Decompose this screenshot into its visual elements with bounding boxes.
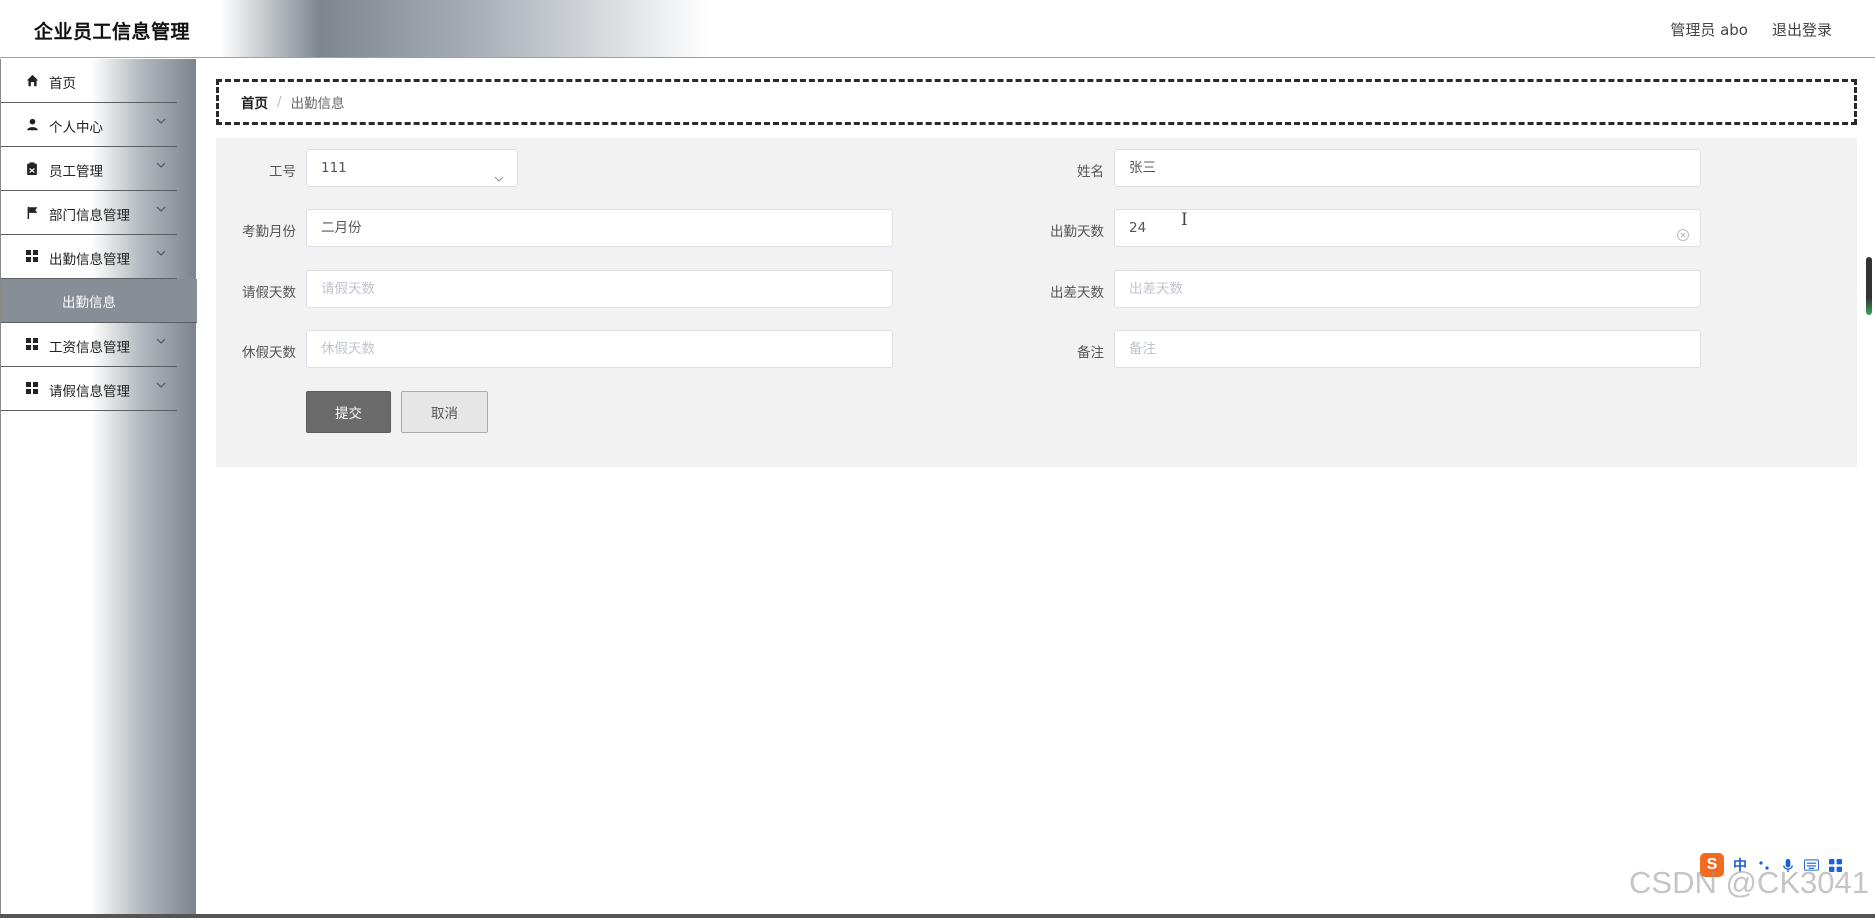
sidebar-item-attendance[interactable]: 出勤信息管理 bbox=[1, 235, 177, 279]
logout-link[interactable]: 退出登录 bbox=[1772, 19, 1832, 40]
sidebar-item-home[interactable]: 首页 bbox=[1, 59, 177, 103]
grid-icon bbox=[25, 337, 39, 351]
clipboard-icon bbox=[25, 161, 39, 175]
breadcrumb-current: 出勤信息 bbox=[290, 96, 345, 112]
submit-button[interactable]: 提交 bbox=[306, 391, 391, 433]
chevron-down-icon bbox=[155, 203, 167, 215]
chevron-down-icon bbox=[155, 335, 167, 347]
sidebar-item-leave[interactable]: 请假信息管理 bbox=[1, 367, 177, 411]
rest-days-label: 休假天数 bbox=[242, 345, 296, 361]
sidebar-subitem-attendance-info[interactable]: 出勤信息 bbox=[1, 279, 197, 323]
attendance-days-field[interactable]: 24 bbox=[1114, 209, 1701, 247]
form-row: 工号 111 姓名 张三 bbox=[216, 149, 1857, 189]
chevron-down-icon bbox=[155, 159, 167, 171]
employee-no-value: 111 bbox=[321, 160, 347, 176]
text-cursor-icon: I bbox=[1181, 210, 1188, 230]
sidebar-item-label: 请假信息管理 bbox=[49, 384, 130, 400]
sidebar-item-label: 部门信息管理 bbox=[49, 208, 130, 224]
breadcrumb: 首页 / 出勤信息 bbox=[216, 79, 1857, 125]
chevron-down-icon bbox=[155, 247, 167, 259]
form-row: 考勤月份 二月份 出勤天数 24 bbox=[216, 209, 1857, 249]
chevron-down-icon bbox=[155, 379, 167, 391]
page-scrollbar[interactable] bbox=[1866, 257, 1872, 315]
user-icon bbox=[25, 117, 39, 131]
form-row: 休假天数 休假天数 备注 备注 bbox=[216, 330, 1857, 370]
trip-days-field[interactable]: 出差天数 bbox=[1114, 270, 1701, 308]
app-title: 企业员工信息管理 bbox=[34, 21, 191, 43]
breadcrumb-home-link[interactable]: 首页 bbox=[241, 92, 268, 112]
sidebar: 首页 个人中心 员工管理 部门信息管理 出勤信息管理 出勤信息 工资信息管理 请… bbox=[0, 59, 197, 918]
header-actions: 管理员 abo 退出登录 bbox=[1670, 19, 1832, 40]
name-label: 姓名 bbox=[1077, 164, 1104, 180]
grid-icon bbox=[25, 249, 39, 263]
sidebar-item-label: 首页 bbox=[49, 76, 76, 92]
leave-days-field[interactable]: 请假天数 bbox=[306, 270, 893, 308]
month-label: 考勤月份 bbox=[242, 224, 296, 240]
attendance-days-label: 出勤天数 bbox=[1050, 224, 1104, 240]
chevron-down-icon bbox=[493, 163, 505, 182]
sidebar-item-employees[interactable]: 员工管理 bbox=[1, 147, 177, 191]
sidebar-item-label: 个人中心 bbox=[49, 120, 103, 136]
employee-no-select[interactable]: 111 bbox=[306, 149, 518, 187]
grid-icon bbox=[25, 381, 39, 395]
watermark: CSDN @CK3041 bbox=[1629, 865, 1869, 900]
remark-field[interactable]: 备注 bbox=[1114, 330, 1701, 368]
bottom-border bbox=[0, 914, 1875, 918]
cancel-button[interactable]: 取消 bbox=[401, 391, 488, 433]
sidebar-item-salary[interactable]: 工资信息管理 bbox=[1, 323, 177, 367]
remark-label: 备注 bbox=[1077, 345, 1104, 361]
flag-icon bbox=[25, 205, 39, 219]
clear-icon[interactable] bbox=[1676, 220, 1690, 241]
breadcrumb-separator: / bbox=[277, 94, 282, 110]
name-field[interactable]: 张三 bbox=[1114, 149, 1701, 187]
chevron-down-icon bbox=[155, 115, 167, 127]
sidebar-item-departments[interactable]: 部门信息管理 bbox=[1, 191, 177, 235]
form-row: 请假天数 请假天数 出差天数 出差天数 bbox=[216, 270, 1857, 310]
sidebar-item-label: 工资信息管理 bbox=[49, 340, 130, 356]
leave-days-label: 请假天数 bbox=[242, 285, 296, 301]
sidebar-item-label: 员工管理 bbox=[49, 164, 103, 180]
attendance-days-value: 24 bbox=[1129, 220, 1147, 236]
employee-no-label: 工号 bbox=[269, 164, 296, 180]
current-user-label: 管理员 abo bbox=[1670, 21, 1748, 39]
rest-days-field[interactable]: 休假天数 bbox=[306, 330, 893, 368]
top-header: 企业员工信息管理 管理员 abo 退出登录 bbox=[0, 0, 1875, 58]
sidebar-item-label: 出勤信息管理 bbox=[49, 252, 130, 268]
month-field[interactable]: 二月份 bbox=[306, 209, 893, 247]
sidebar-item-profile[interactable]: 个人中心 bbox=[1, 103, 177, 147]
home-icon bbox=[25, 73, 39, 87]
trip-days-label: 出差天数 bbox=[1050, 285, 1104, 301]
